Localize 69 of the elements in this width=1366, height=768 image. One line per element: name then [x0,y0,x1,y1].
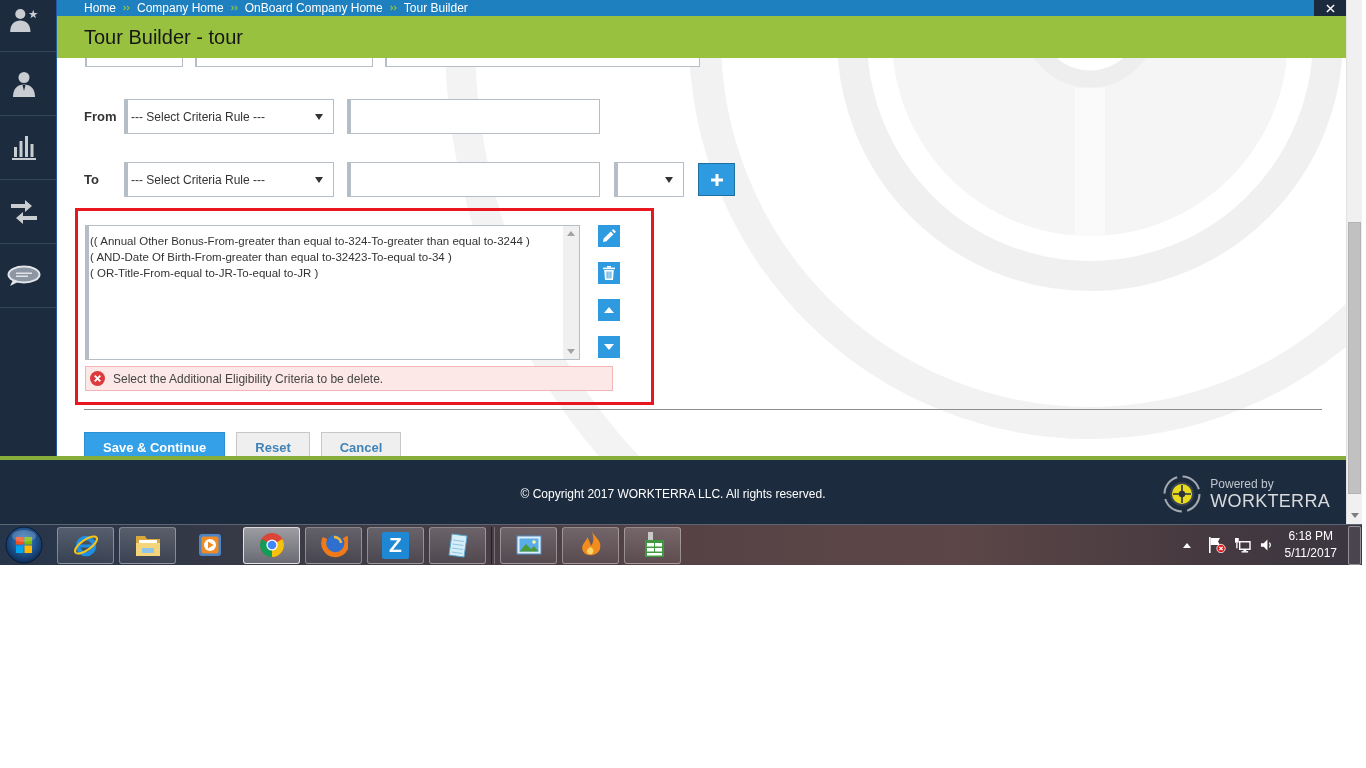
cancel-button[interactable]: Cancel [320,432,402,456]
value-input[interactable] [347,99,600,134]
taskbar-button[interactable] [243,526,300,564]
trash-icon [603,266,615,280]
chat-bubble-icon [7,264,41,287]
taskbar-button[interactable] [429,526,486,564]
taskbar-button[interactable]: Z [367,526,424,564]
double-chevron-icon [389,5,397,11]
delete-button[interactable] [598,262,620,284]
taskbar-button[interactable] [57,526,114,564]
value-input[interactable] [347,162,600,197]
criteria-option[interactable]: ( AND-Date Of Birth-From-greater than equal to-32423-To-equal to-34 ) [90,249,563,265]
field-label: From [84,109,118,124]
caret-down-icon [315,176,323,183]
triangle-down-icon [604,344,614,350]
speaker-icon[interactable] [1259,538,1273,552]
double-chevron-icon [123,5,130,11]
error-icon [90,371,105,386]
triangle-up-icon [604,307,614,313]
double-chevron-icon [230,5,238,11]
clock-time[interactable]: 6:18 PM [1288,528,1334,545]
scrollbar[interactable] [1346,0,1362,524]
move-up-button[interactable] [598,299,620,321]
clock-date[interactable]: 5/11/2017 [1284,545,1337,562]
start-button[interactable] [5,526,43,564]
move-down-button[interactable] [598,336,620,358]
error-text: Select the Additional Eligibility Criteria to be delete. [113,371,384,386]
caret-up-icon[interactable] [1182,542,1191,548]
copyright-text: © Copyright 2017 WORKTERRA LLC. All rights reserved. [520,487,826,501]
input-field[interactable] [85,58,183,67]
criteria-option[interactable]: (( Annual Other Bonus-From-greater than equal to-324-To-greater than equal to-3244 ) [90,233,563,249]
page-title: Tour Builder - tour [84,25,243,49]
powered-by-text: Powered by [1210,476,1275,491]
taskbar-button[interactable] [624,526,681,564]
caret-down-icon [315,113,323,120]
scrollbar-thumb[interactable] [1348,222,1361,494]
close-button[interactable] [1314,0,1346,16]
swap-arrows-icon [11,199,37,224]
input-field[interactable] [385,58,700,67]
breadcrumb-link[interactable]: Company Home [137,0,224,16]
reset-button[interactable]: Reset [236,432,310,456]
taskbar-button[interactable] [500,526,557,564]
user-star-icon [10,8,38,32]
edit-button[interactable] [598,225,620,247]
network-icon[interactable] [1233,537,1251,553]
breadcrumb-link[interactable]: Tour Builder [403,0,468,16]
show-desktop-button[interactable] [1348,525,1361,565]
target-logo-icon [1163,475,1202,513]
breadcrumb-link[interactable]: Home [84,0,116,16]
plus-icon [710,173,723,186]
input-field[interactable] [195,58,373,67]
breadcrumb-link[interactable]: OnBoard Company Home [244,0,383,16]
taskbar-button[interactable] [119,526,176,564]
criteria-listbox[interactable]: (( Annual Other Bonus-From-greater than equal to-324-To-greater than equal to-3244 ) ( AND-Date Of Birth-From-greater than equal to-32423-To-equal to-34 ) ( OR-Title-From-equal to-JR-To-equal to-JR ) [85,225,580,360]
tricolor-wheel-icon [257,531,286,559]
flag-icon[interactable] [1207,537,1226,553]
caret-down-icon [665,176,673,183]
criteria-rule-select[interactable]: --- Select Criteria Rule --- [124,162,334,197]
caret-down-icon[interactable] [1350,513,1359,518]
add-button[interactable] [698,163,735,196]
flag-orb-icon [5,526,43,564]
person-icon [13,70,35,97]
brand-name: WORKTERRA [1210,490,1330,512]
bar-chart-icon [12,135,36,160]
field-label: To [84,172,100,187]
pencil-icon [602,229,616,243]
criteria-option[interactable]: ( OR-Title-From-equal to-JR-To-equal to-JR ) [90,265,563,281]
close-icon [1325,3,1335,13]
criteria-rule-select[interactable]: --- Select Criteria Rule --- [124,99,334,134]
